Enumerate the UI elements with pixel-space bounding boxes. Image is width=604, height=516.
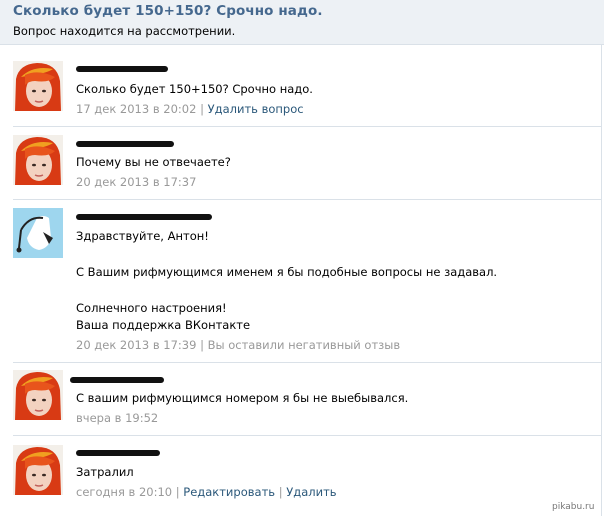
meta-divider: | — [175, 485, 180, 499]
support-avatar[interactable] — [13, 208, 63, 258]
question-status: Вопрос находится на рассмотрении. — [13, 24, 236, 38]
message-text: С вашим рифмующимся номером я бы не выеб… — [76, 391, 409, 405]
support-reply-text: С Вашим рифмующимся именем я бы подобные… — [76, 265, 498, 279]
edit-link[interactable]: Редактировать — [183, 485, 275, 499]
message-text: Почему вы не отвечаете? — [76, 155, 231, 169]
redacted-author-name — [76, 450, 160, 456]
message-date[interactable]: 20 дек 2013 в 17:37 — [76, 175, 196, 189]
message-separator — [13, 126, 601, 127]
user-avatar[interactable] — [13, 370, 63, 420]
message-meta: сегодня в 20:10 | Редактировать | Удалит… — [76, 485, 337, 499]
redacted-author-name — [70, 377, 164, 383]
message-separator — [13, 199, 601, 200]
message-meta: 20 дек 2013 в 17:39 | Вы оставили негати… — [76, 338, 400, 352]
redacted-author-name — [76, 141, 174, 147]
question-title: Сколько будет 150+150? Срочно надо. — [13, 3, 323, 19]
feedback-note: Вы оставили негативный отзыв — [207, 338, 401, 352]
message-separator — [13, 362, 601, 363]
support-signature: Ваша поддержка ВКонтакте — [76, 318, 251, 332]
message-date[interactable]: 20 дек 2013 в 17:39 — [76, 338, 196, 352]
support-signoff: Солнечного настроения! — [76, 301, 227, 315]
message-separator — [13, 435, 601, 436]
redacted-author-name — [76, 66, 168, 72]
message-date[interactable]: вчера в 19:52 — [76, 411, 158, 425]
meta-divider: | — [278, 485, 283, 499]
watermark: pikabu.ru — [552, 502, 595, 512]
delete-question-link[interactable]: Удалить вопрос — [208, 102, 304, 116]
user-avatar[interactable] — [13, 445, 63, 495]
message-meta: 17 дек 2013 в 20:02 | Удалить вопрос — [76, 102, 304, 116]
meta-divider: | — [200, 102, 204, 116]
message-meta: 20 дек 2013 в 17:37 — [76, 175, 196, 189]
user-avatar[interactable] — [13, 61, 63, 111]
right-border — [601, 45, 602, 516]
message-date[interactable]: сегодня в 20:10 — [76, 485, 172, 499]
user-avatar[interactable] — [13, 135, 63, 185]
message-text: Затралил — [76, 465, 134, 479]
message-date[interactable]: 17 дек 2013 в 20:02 — [76, 102, 196, 116]
meta-divider: | — [200, 338, 204, 352]
question-header: Сколько будет 150+150? Срочно надо. Вопр… — [0, 0, 604, 45]
redacted-support-name — [76, 214, 212, 220]
delete-link[interactable]: Удалить — [286, 485, 336, 499]
message-text: Сколько будет 150+150? Срочно надо. — [76, 82, 313, 96]
message-meta: вчера в 19:52 — [76, 411, 158, 425]
support-greeting: Здравствуйте, Антон! — [76, 229, 209, 243]
